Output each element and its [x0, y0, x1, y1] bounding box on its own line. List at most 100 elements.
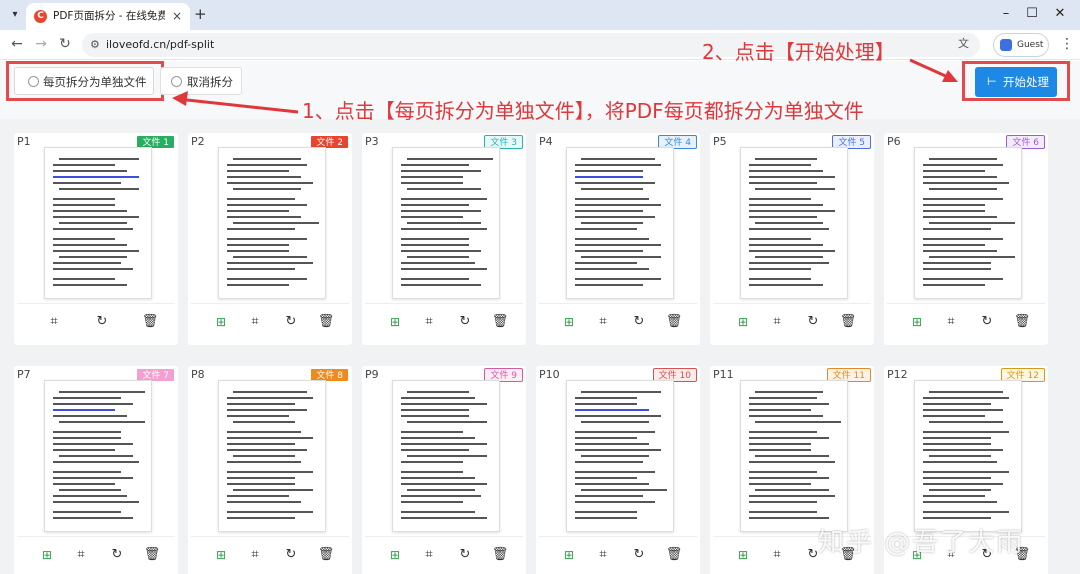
- thumbnail-text-line: [923, 471, 1009, 473]
- card-divider: [713, 303, 871, 304]
- thumbnail-text-line: [401, 397, 475, 399]
- page-card[interactable]: P6 文件 6 ⊞ ⌗ ↻ 🗑: [884, 133, 1048, 345]
- crop-icon[interactable]: ⌗: [594, 313, 612, 331]
- page-card[interactable]: P10 文件 10 ⊞ ⌗ ↻ 🗑: [536, 366, 700, 574]
- thumbnail-text-line: [401, 443, 487, 445]
- thumbnail-text-line: [575, 461, 643, 463]
- thumbnail-text-line: [227, 403, 295, 405]
- split-icon[interactable]: ⊞: [386, 313, 404, 331]
- thumbnail-text-line: [929, 421, 1003, 423]
- page-card[interactable]: P3 文件 3 ⊞ ⌗ ↻ 🗑: [362, 133, 526, 345]
- thumbnail-text-line: [59, 391, 145, 393]
- thumbnail-text-line: [401, 278, 469, 280]
- trash-icon[interactable]: 🗑: [491, 546, 509, 564]
- thumbnail-text-line: [923, 244, 985, 246]
- split-icon[interactable]: ⊞: [560, 313, 578, 331]
- page-card[interactable]: P7 文件 7 ⊞ ⌗ ↻ 🗑: [14, 366, 178, 574]
- rotate-icon[interactable]: ↻: [630, 313, 648, 331]
- thumbnail-text-line: [749, 477, 829, 479]
- thumbnail-text-line: [53, 170, 127, 172]
- trash-icon[interactable]: 🗑: [491, 313, 509, 331]
- split-icon[interactable]: ⊞: [386, 546, 404, 564]
- split-icon[interactable]: ⊞: [734, 313, 752, 331]
- thumbnail-text-line: [923, 397, 1009, 399]
- thumbnail-text-line: [923, 176, 997, 178]
- trash-icon[interactable]: 🗑: [141, 313, 159, 331]
- split-icon[interactable]: ⊞: [908, 313, 926, 331]
- thumbnail-text-line: [227, 449, 307, 451]
- rotate-icon[interactable]: ↻: [108, 546, 126, 564]
- thumbnail-text-line: [227, 176, 301, 178]
- rotate-icon[interactable]: ↻: [456, 313, 474, 331]
- trash-icon[interactable]: 🗑: [143, 546, 161, 564]
- thumbnail-text-line: [401, 268, 487, 270]
- thumbnail-text-line: [923, 228, 991, 230]
- thumbnail-text-line: [233, 391, 307, 393]
- trash-icon[interactable]: 🗑: [839, 313, 857, 331]
- split-icon[interactable]: ⊞: [560, 546, 578, 564]
- page-actions: ⊞ ⌗ ↻ 🗑: [188, 544, 352, 566]
- thumbnail-text-line: [227, 437, 313, 439]
- thumbnail-text-line: [575, 176, 643, 178]
- thumbnail-text-line: [929, 455, 991, 457]
- page-number-label: P3: [365, 135, 379, 148]
- rotate-icon[interactable]: ↻: [93, 313, 111, 331]
- thumbnail-text-line: [401, 501, 463, 503]
- thumbnail-text-line: [749, 431, 817, 433]
- page-card[interactable]: P2 文件 2 ⊞ ⌗ ↻ 🗑: [188, 133, 352, 345]
- page-card[interactable]: P8 文件 8 ⊞ ⌗ ↻ 🗑: [188, 366, 352, 574]
- crop-icon[interactable]: ⌗: [72, 546, 90, 564]
- trash-icon[interactable]: 🗑: [1013, 313, 1031, 331]
- crop-icon[interactable]: ⌗: [420, 313, 438, 331]
- page-card[interactable]: P9 文件 9 ⊞ ⌗ ↻ 🗑: [362, 366, 526, 574]
- page-card[interactable]: P1 文件 1 ⌗ ↻ 🗑: [14, 133, 178, 345]
- split-icon[interactable]: ⊞: [734, 546, 752, 564]
- rotate-icon[interactable]: ↻: [282, 313, 300, 331]
- rotate-icon[interactable]: ↻: [978, 313, 996, 331]
- thumbnail-text-line: [401, 228, 487, 230]
- thumbnail-text-line: [575, 477, 637, 479]
- thumbnail-text-line: [923, 403, 991, 405]
- crop-icon[interactable]: ⌗: [45, 313, 63, 331]
- thumbnail-text-line: [53, 216, 139, 218]
- thumbnail-text-line: [401, 495, 481, 497]
- page-number-label: P1: [17, 135, 31, 148]
- thumbnail-text-line: [227, 483, 295, 485]
- thumbnail-text-line: [407, 158, 493, 160]
- thumbnail-text-line: [227, 228, 295, 230]
- card-divider: [191, 303, 349, 304]
- thumbnail-text-line: [929, 256, 1015, 258]
- crop-icon[interactable]: ⌗: [768, 313, 786, 331]
- rotate-icon[interactable]: ↻: [456, 546, 474, 564]
- thumbnail-text-line: [227, 250, 289, 252]
- rotate-icon[interactable]: ↻: [282, 546, 300, 564]
- split-icon[interactable]: ⊞: [38, 546, 56, 564]
- crop-icon[interactable]: ⌗: [942, 313, 960, 331]
- thumbnail-text-line: [53, 210, 127, 212]
- trash-icon[interactable]: 🗑: [317, 546, 335, 564]
- card-divider: [17, 536, 175, 537]
- page-card[interactable]: P4 文件 4 ⊞ ⌗ ↻ 🗑: [536, 133, 700, 345]
- crop-icon[interactable]: ⌗: [594, 546, 612, 564]
- thumbnail-text-line: [227, 216, 301, 218]
- thumbnail-text-line: [755, 421, 841, 423]
- thumbnail-text-line: [401, 461, 463, 463]
- trash-icon[interactable]: 🗑: [665, 546, 683, 564]
- thumbnail-text-line: [929, 489, 991, 491]
- split-icon[interactable]: ⊞: [212, 313, 230, 331]
- split-icon[interactable]: ⊞: [212, 546, 230, 564]
- thumbnail-text-line: [575, 431, 655, 433]
- page-number-label: P2: [191, 135, 205, 148]
- page-actions: ⊞ ⌗ ↻ 🗑: [536, 311, 700, 333]
- trash-icon[interactable]: 🗑: [665, 313, 683, 331]
- page-card[interactable]: P5 文件 5 ⊞ ⌗ ↻ 🗑: [710, 133, 874, 345]
- trash-icon[interactable]: 🗑: [317, 313, 335, 331]
- thumbnail-text-line: [575, 198, 649, 200]
- crop-icon[interactable]: ⌗: [246, 313, 264, 331]
- rotate-icon[interactable]: ↻: [804, 313, 822, 331]
- crop-icon[interactable]: ⌗: [420, 546, 438, 564]
- crop-icon[interactable]: ⌗: [768, 546, 786, 564]
- thumbnail-text-line: [59, 188, 139, 190]
- crop-icon[interactable]: ⌗: [246, 546, 264, 564]
- rotate-icon[interactable]: ↻: [630, 546, 648, 564]
